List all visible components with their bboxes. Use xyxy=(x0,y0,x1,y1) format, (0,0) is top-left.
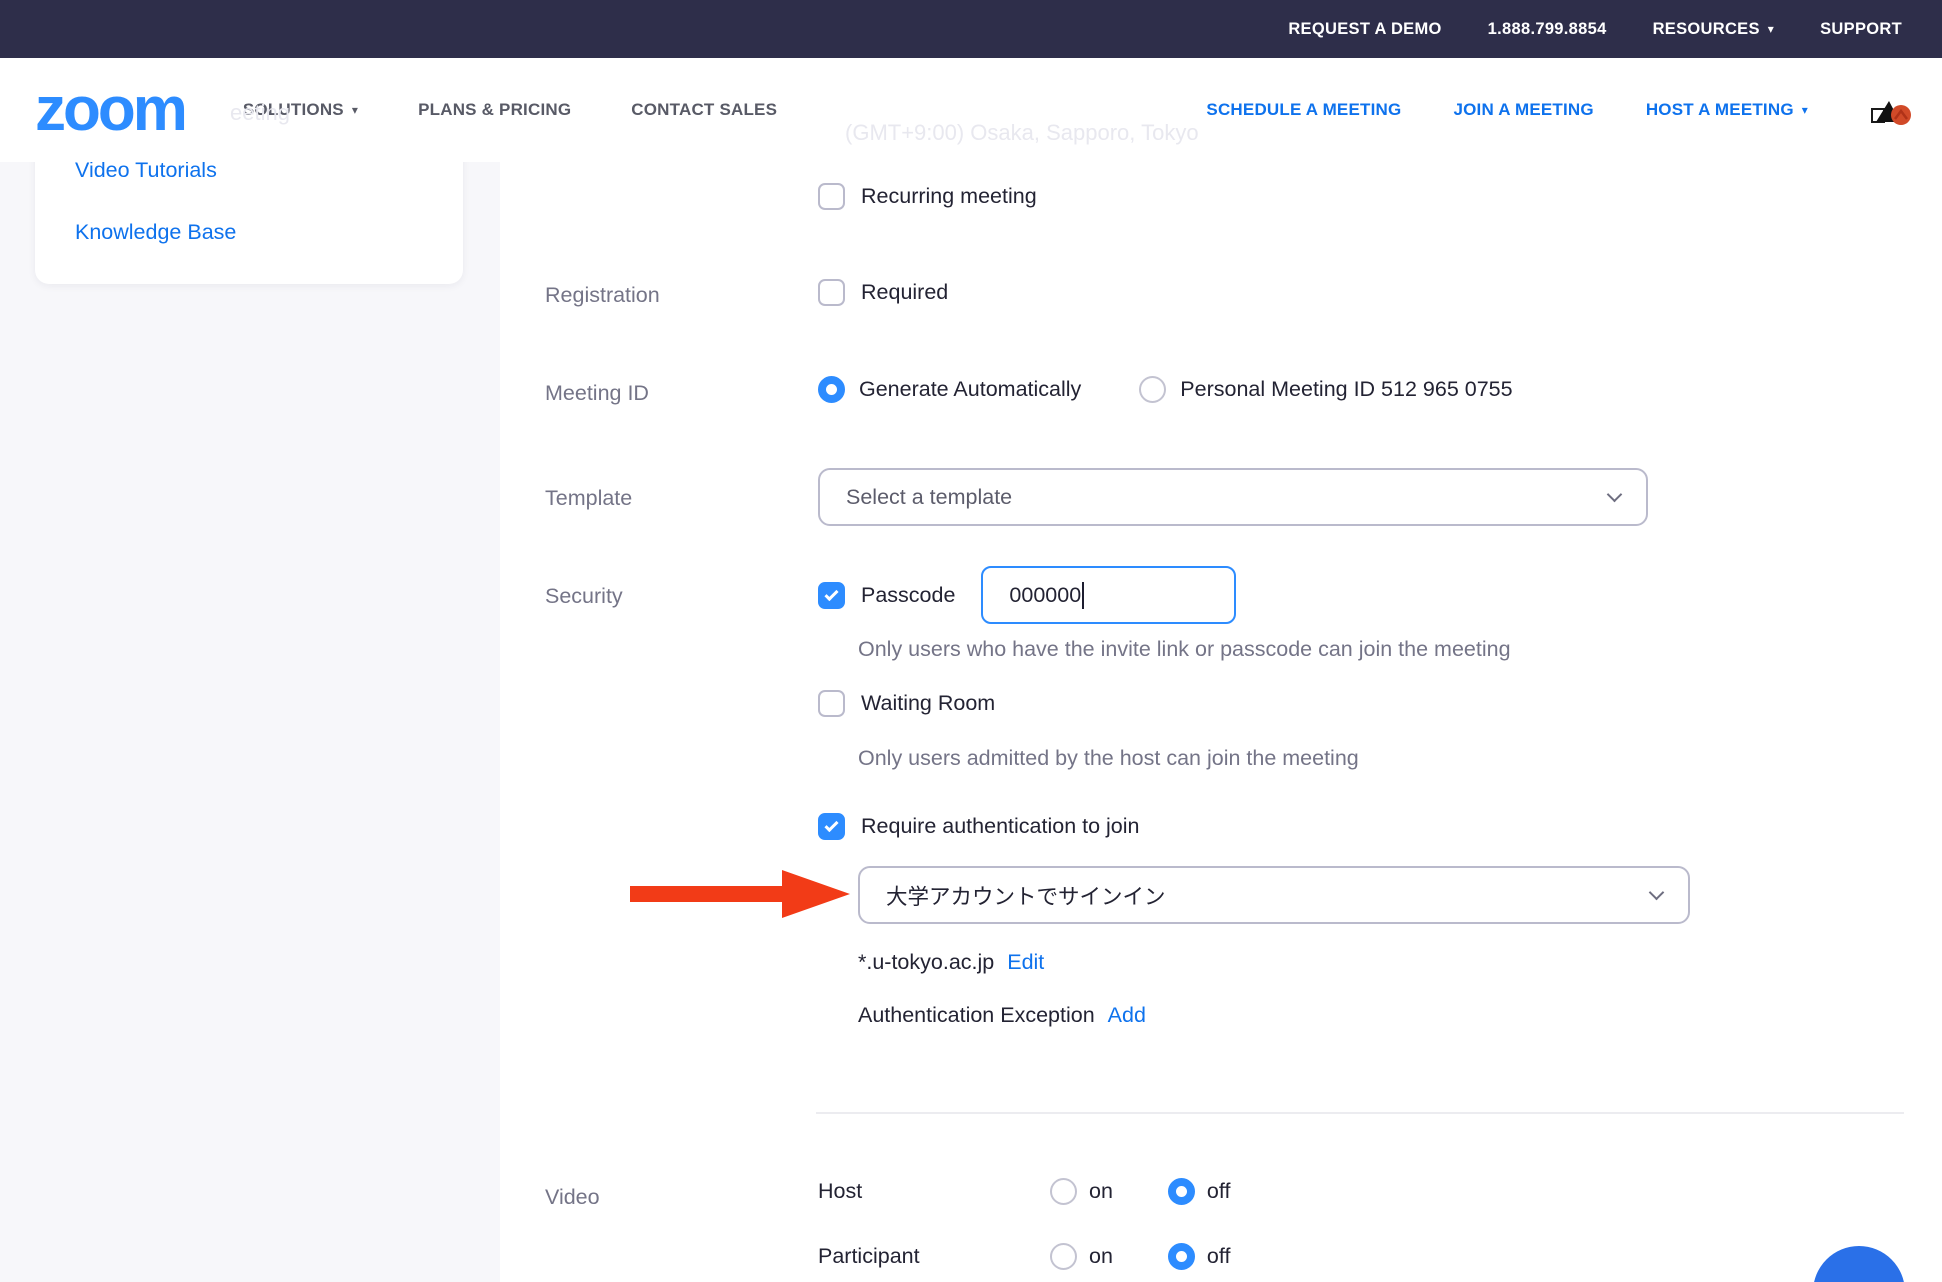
top-utility-bar: REQUEST A DEMO 1.888.799.8854 RESOURCES … xyxy=(0,0,1942,58)
require-auth-checkbox[interactable] xyxy=(818,813,845,840)
meeting-id-auto-label: Generate Automatically xyxy=(859,377,1081,402)
host-video-on-label: on xyxy=(1089,1179,1113,1204)
passcode-row: Passcode 000000 xyxy=(818,566,1236,624)
meeting-id-auto-radio[interactable] xyxy=(818,376,845,403)
video-participant-row: Participant on off xyxy=(818,1243,1230,1270)
main-nav: SOLUTIONS ▾ PLANS & PRICING CONTACT SALE… xyxy=(243,100,777,120)
registration-required-checkbox[interactable] xyxy=(818,279,845,306)
meeting-id-personal-radio[interactable] xyxy=(1139,376,1166,403)
chevron-down-icon: ▾ xyxy=(352,104,358,116)
profile-avatar[interactable] xyxy=(1866,95,1914,125)
chevron-down-icon xyxy=(1607,486,1623,502)
auth-method-select[interactable]: 大学アカウントでサインイン xyxy=(858,866,1690,924)
template-select[interactable]: Select a template xyxy=(818,468,1648,526)
participant-video-off-label: off xyxy=(1207,1244,1231,1269)
host-video-on-radio[interactable] xyxy=(1050,1178,1077,1205)
recurring-meeting-row: Recurring meeting xyxy=(818,183,1037,210)
meeting-id-personal-label: Personal Meeting ID 512 965 0755 xyxy=(1180,377,1512,402)
meeting-id-section-label: Meeting ID xyxy=(545,381,649,406)
passcode-checkbox[interactable] xyxy=(818,582,845,609)
host-video-off-radio[interactable] xyxy=(1168,1178,1195,1205)
video-host-row: Host on off xyxy=(818,1178,1230,1205)
phone-number[interactable]: 1.888.799.8854 xyxy=(1488,20,1607,39)
participant-video-off-radio[interactable] xyxy=(1168,1243,1195,1270)
recurring-meeting-label: Recurring meeting xyxy=(861,184,1037,209)
chevron-down-icon: ▾ xyxy=(1768,23,1774,35)
auth-exception-row: Authentication Exception Add xyxy=(858,1003,1146,1028)
video-participant-label: Participant xyxy=(818,1244,1050,1269)
chevron-down-icon xyxy=(1649,884,1665,900)
registration-required-row: Required xyxy=(818,279,948,306)
meeting-id-options-row: Generate Automatically Personal Meeting … xyxy=(818,376,1513,403)
nav-join-meeting[interactable]: JOIN A MEETING xyxy=(1453,100,1593,120)
nav-schedule-meeting[interactable]: SCHEDULE A MEETING xyxy=(1206,100,1401,120)
recurring-meeting-checkbox[interactable] xyxy=(818,183,845,210)
main-header: zoom SOLUTIONS ▾ PLANS & PRICING CONTACT… xyxy=(0,58,1942,162)
participant-video-on-radio[interactable] xyxy=(1050,1243,1077,1270)
auth-exception-label: Authentication Exception xyxy=(858,1003,1095,1028)
nav-solutions[interactable]: SOLUTIONS ▾ xyxy=(243,100,358,120)
waiting-room-row: Waiting Room xyxy=(818,690,995,717)
video-host-label: Host xyxy=(818,1179,1050,1204)
template-select-value: Select a template xyxy=(846,485,1609,510)
registration-section-label: Registration xyxy=(545,283,660,308)
passcode-helper-text: Only users who have the invite link or p… xyxy=(858,637,1511,662)
require-auth-label: Require authentication to join xyxy=(861,814,1140,839)
security-section-label: Security xyxy=(545,584,623,609)
waiting-room-label: Waiting Room xyxy=(861,691,995,716)
participant-video-on-label: on xyxy=(1089,1244,1113,1269)
red-arrow-annotation xyxy=(630,869,850,919)
resources-menu[interactable]: RESOURCES ▾ xyxy=(1653,20,1775,39)
text-cursor xyxy=(1082,582,1084,609)
page: Video Tutorials Knowledge Base REQUEST A… xyxy=(0,0,1942,1282)
auth-domain-row: *.u-tokyo.ac.jp Edit xyxy=(858,950,1044,975)
section-divider xyxy=(816,1112,1904,1114)
passcode-input[interactable]: 000000 xyxy=(981,566,1236,624)
zoom-logo[interactable]: zoom xyxy=(35,82,185,138)
host-meeting-label: HOST A MEETING xyxy=(1646,100,1794,120)
passcode-label: Passcode xyxy=(861,583,955,608)
template-section-label: Template xyxy=(545,486,632,511)
solutions-label: SOLUTIONS xyxy=(243,100,344,120)
sidebar-background xyxy=(0,162,500,1282)
resources-label: RESOURCES xyxy=(1653,20,1760,39)
host-video-off-label: off xyxy=(1207,1179,1231,1204)
nav-host-meeting[interactable]: HOST A MEETING ▾ xyxy=(1646,100,1808,120)
waiting-room-checkbox[interactable] xyxy=(818,690,845,717)
help-fab-button[interactable] xyxy=(1813,1246,1905,1282)
auth-domain-edit-link[interactable]: Edit xyxy=(1007,950,1044,975)
auth-domain-value: *.u-tokyo.ac.jp xyxy=(858,950,994,975)
chevron-down-icon: ▾ xyxy=(1802,104,1808,116)
passcode-value: 000000 xyxy=(1009,583,1081,608)
waiting-room-helper-text: Only users admitted by the host can join… xyxy=(858,746,1359,771)
auth-method-value: 大学アカウントでサインイン xyxy=(886,880,1651,911)
sidebar-link-knowledge-base[interactable]: Knowledge Base xyxy=(75,220,236,245)
registration-required-label: Required xyxy=(861,280,948,305)
meeting-nav: SCHEDULE A MEETING JOIN A MEETING HOST A… xyxy=(1206,95,1942,125)
nav-plans-pricing[interactable]: PLANS & PRICING xyxy=(418,100,571,120)
check-icon xyxy=(824,818,838,832)
request-demo-link[interactable]: REQUEST A DEMO xyxy=(1288,20,1441,39)
auth-exception-add-link[interactable]: Add xyxy=(1108,1003,1146,1028)
require-auth-row: Require authentication to join xyxy=(818,813,1140,840)
nav-contact-sales[interactable]: CONTACT SALES xyxy=(631,100,777,120)
check-icon xyxy=(824,587,838,601)
support-link[interactable]: SUPPORT xyxy=(1820,20,1902,39)
video-section-label: Video xyxy=(545,1185,600,1210)
